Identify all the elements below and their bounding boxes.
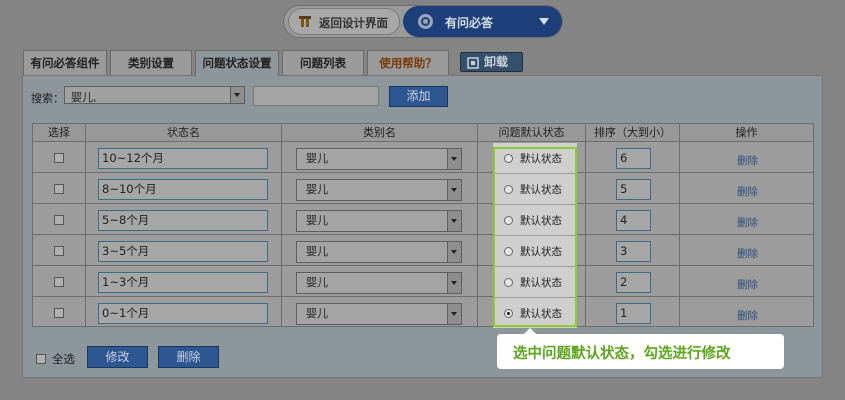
status-name-field[interactable]: 3~5个月 [98,241,268,262]
category-select[interactable]: 婴儿 [296,210,462,232]
header-status-name: 状态名 [86,124,281,141]
select-all-checkbox[interactable] [36,354,46,364]
delete-link[interactable]: 删除 [737,246,758,261]
mode-dropdown[interactable]: 有问必答 [403,6,562,37]
delete-link[interactable]: 删除 [737,184,758,199]
category-value: 婴儿 [306,183,328,196]
header-default-status: 问题默认状态 [478,124,585,141]
chevron-down-icon [447,180,461,200]
category-select[interactable]: 婴儿 [296,272,462,294]
modify-button[interactable]: 修改 [87,346,148,368]
sort-field[interactable]: 3 [616,241,651,262]
back-to-design-button[interactable]: 返回设计界面 [288,8,400,35]
row-divider [33,265,813,266]
status-name-field[interactable]: 0~1个月 [98,303,268,324]
select-all-label: 全选 [52,352,75,366]
header-sort: 排序（大到小） [586,124,679,141]
status-name-field[interactable]: 8~10个月 [98,179,268,200]
sort-field[interactable]: 6 [616,148,651,169]
tab-status-settings[interactable]: 问题状态设置 [195,50,279,76]
chevron-down-icon [447,149,461,169]
callout-pointer [524,328,536,334]
tab-question-list[interactable]: 问题列表 [282,50,364,75]
callout-text: 选中问题默认状态，勾选进行修改 [513,346,731,362]
category-value: 婴儿 [306,307,328,320]
header-action: 操作 [680,124,813,141]
row-checkbox[interactable] [54,308,64,318]
delete-link[interactable]: 删除 [737,215,758,230]
delete-link[interactable]: 删除 [737,277,758,292]
status-name-field[interactable]: 10~12个月 [98,148,268,169]
design-icon [298,14,312,28]
row-checkbox[interactable] [54,153,64,163]
category-value: 婴儿 [306,276,328,289]
unload-icon [467,56,479,69]
row-divider [33,296,813,297]
unload-label: 卸载 [484,55,509,69]
status-name-field[interactable]: 1~3个月 [98,272,268,293]
delete-link[interactable]: 删除 [737,153,758,168]
category-filter-select[interactable]: 婴儿, [64,86,245,104]
category-select[interactable]: 婴儿 [296,241,462,263]
category-select[interactable]: 婴儿 [296,303,462,325]
header-select: 选择 [33,124,85,141]
sort-field[interactable]: 2 [616,272,651,293]
row-divider [33,172,813,173]
chevron-down-icon [447,242,461,262]
unload-button[interactable]: 卸载 [460,52,523,72]
tip-callout: 选中问题默认状态，勾选进行修改 [497,328,784,369]
row-checkbox[interactable] [54,184,64,194]
default-status-highlight [493,147,577,327]
chevron-down-icon [447,304,461,324]
sort-field[interactable]: 5 [616,179,651,200]
category-value: 婴儿 [306,245,328,258]
search-label: 搜索： [31,92,64,105]
row-checkbox[interactable] [54,277,64,287]
back-to-design-label: 返回设计界面 [319,16,388,30]
row-divider [33,203,813,204]
status-table: 选择 状态名 类别名 问题默认状态 排序（大到小） 操作 10~12个月 婴儿 … [32,123,814,328]
add-button[interactable]: 添加 [389,86,448,107]
gear-icon [417,13,434,30]
delete-button[interactable]: 删除 [158,346,219,368]
sort-field[interactable]: 1 [616,303,651,324]
status-name-input[interactable] [253,86,379,106]
chevron-down-icon [230,87,244,103]
tab-help[interactable]: 使用帮助？ [367,50,449,75]
row-divider [33,141,813,142]
category-select[interactable]: 婴儿 [296,148,462,170]
category-filter-value: 婴儿, [71,91,97,104]
category-value: 婴儿 [306,152,328,165]
sort-field[interactable]: 4 [616,210,651,231]
chevron-down-icon [539,18,549,25]
row-checkbox[interactable] [54,215,64,225]
category-select[interactable]: 婴儿 [296,179,462,201]
header-category-name: 类别名 [282,124,477,141]
tab-category-settings[interactable]: 类别设置 [110,50,192,75]
mode-label: 有问必答 [445,16,494,30]
chevron-down-icon [447,211,461,231]
status-name-field[interactable]: 5~8个月 [98,210,268,231]
category-value: 婴儿 [306,214,328,227]
row-divider [33,234,813,235]
row-checkbox[interactable] [54,246,64,256]
chevron-down-icon [447,273,461,293]
delete-link[interactable]: 删除 [737,308,758,323]
tab-component[interactable]: 有问必答组件 [23,50,107,75]
